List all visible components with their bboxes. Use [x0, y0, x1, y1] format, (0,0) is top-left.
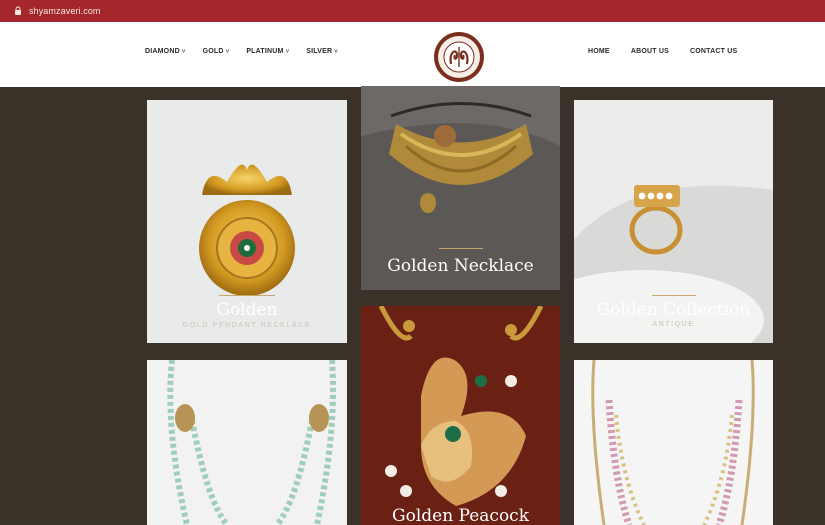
bead-necklace-image — [147, 360, 347, 525]
tile-title: Golden Necklace — [387, 256, 534, 276]
tile-title: Golden Peacock — [392, 506, 529, 525]
nav-item-platinum[interactable]: PLATINUM ˅ — [246, 48, 289, 55]
gallery-tile-golden-peacock[interactable]: Golden Peacock — [361, 306, 560, 525]
gallery-tile-bead-necklace[interactable] — [147, 360, 347, 525]
tile-title: Golden — [216, 300, 278, 320]
secondary-nav: HOME ABOUT US CONTACT US — [588, 48, 758, 55]
chevron-down-icon: ˅ — [181, 48, 186, 55]
nav-label: HOME — [588, 48, 610, 55]
nav-label: ABOUT US — [630, 48, 669, 55]
tile-title: Golden Collection — [596, 300, 751, 320]
brand-logo[interactable] — [433, 31, 485, 83]
nav-item-contact-us[interactable]: CONTACT US — [690, 48, 737, 55]
nav-label: GOLD — [202, 48, 224, 55]
primary-nav: DIAMOND ˅ GOLD ˅ PLATINUM ˅ SILVER ˅ — [145, 48, 355, 55]
chevron-down-icon: ˅ — [334, 48, 338, 55]
nav-item-about-us[interactable]: ABOUT US — [631, 48, 669, 55]
site-header: DIAMOND ˅ GOLD ˅ PLATINUM ˅ SILVER ˅ HOME AB… — [0, 22, 825, 87]
nav-label: DIAMOND — [145, 48, 180, 55]
browser-url-bar[interactable]: shyamzaveri.com — [0, 0, 825, 22]
nav-item-home[interactable]: HOME — [588, 48, 610, 55]
peacock-image — [361, 306, 560, 525]
gallery-tile-golden-collection[interactable]: Golden Collection ANTIQUE — [574, 100, 773, 343]
gallery-tile-golden-pendant[interactable]: Golden GOLD PENDANT NECKLACE — [147, 100, 347, 343]
caption-divider — [652, 295, 696, 296]
chevron-down-icon: ˅ — [225, 48, 230, 55]
gallery-tile-golden-necklace[interactable]: Golden Necklace — [361, 86, 560, 290]
nav-item-gold[interactable]: GOLD ˅ — [203, 48, 230, 55]
caption-divider — [439, 248, 483, 249]
nav-item-silver[interactable]: SILVER ˅ — [306, 48, 338, 55]
nav-label: SILVER — [306, 48, 333, 55]
chevron-down-icon: ˅ — [285, 48, 290, 55]
caption-divider — [219, 295, 275, 296]
tile-subtitle: GOLD PENDANT NECKLACE — [182, 322, 312, 329]
nav-item-diamond[interactable]: DIAMOND ˅ — [145, 48, 186, 55]
tile-subtitle: ANTIQUE — [652, 321, 695, 328]
nav-label: PLATINUM — [246, 48, 284, 55]
url-text[interactable]: shyamzaveri.com — [29, 6, 101, 16]
gallery-tile-gem-necklace[interactable] — [574, 360, 773, 525]
lock-icon — [14, 6, 23, 16]
gem-necklace-image — [574, 360, 773, 525]
nav-label: CONTACT US — [689, 48, 738, 55]
